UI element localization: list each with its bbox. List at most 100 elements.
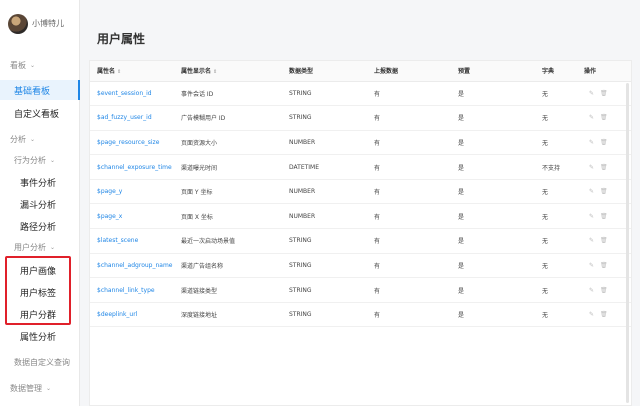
- attr-display-name: 广告模糊用户 ID: [174, 105, 282, 131]
- sidebar-item-custom-board[interactable]: 自定义看板: [14, 107, 59, 120]
- attr-preset: 是: [451, 81, 535, 107]
- attr-dict: 无: [535, 179, 582, 205]
- scrollbar[interactable]: [626, 83, 629, 403]
- row-actions: ✎ 🗑: [582, 277, 631, 303]
- sidebar-section-user-analysis[interactable]: 用户分析 ⌄: [14, 242, 55, 253]
- row-actions: ✎ 🗑: [582, 228, 631, 254]
- trash-icon[interactable]: 🗑: [600, 237, 608, 244]
- sidebar-item-event-analysis[interactable]: 事件分析: [20, 176, 56, 189]
- attr-name-link[interactable]: $deeplink_url: [90, 302, 174, 328]
- attr-name-link[interactable]: $page_resource_size: [90, 130, 174, 156]
- attr-data-type: STRING: [282, 302, 367, 328]
- attr-preset: 是: [451, 179, 535, 205]
- sidebar-item-basic-board[interactable]: 基础看板: [14, 84, 50, 97]
- sort-icon[interactable]: ⇕: [213, 69, 217, 75]
- attr-preset: 是: [451, 253, 535, 279]
- column-header-label: 属性显示名: [181, 68, 212, 76]
- sidebar-item-path-analysis[interactable]: 路径分析: [20, 220, 56, 233]
- column-header-reported: 上报数据: [367, 61, 451, 82]
- attr-data-type: STRING: [282, 253, 367, 279]
- sidebar-section-label: 用户分析: [14, 243, 46, 252]
- attr-name-link[interactable]: $channel_adgroup_name: [90, 253, 174, 279]
- table-row: $channel_adgroup_name 渠道广告组名称 STRING 有是无 ✎ 🗑: [90, 253, 631, 279]
- pencil-icon[interactable]: ✎: [589, 114, 594, 121]
- attr-reported: 有: [367, 253, 451, 279]
- column-header-type: 数据类型: [282, 61, 367, 82]
- attr-name-link[interactable]: $latest_scene: [90, 228, 174, 254]
- username: 小博特儿: [32, 19, 64, 28]
- attr-reported: 有: [367, 277, 451, 303]
- sidebar-section-label: 看板: [10, 61, 26, 70]
- trash-icon[interactable]: 🗑: [600, 90, 608, 97]
- pencil-icon[interactable]: ✎: [589, 213, 594, 220]
- table-row: $ad_fuzzy_user_id 广告模糊用户 ID STRING 有是无 ✎ 🗑: [90, 105, 631, 131]
- attr-dict: 无: [535, 302, 582, 328]
- sidebar-active-bar: [78, 80, 80, 100]
- attr-preset: 是: [451, 154, 535, 180]
- sidebar-section-behavior[interactable]: 行为分析 ⌄: [14, 155, 55, 166]
- chevron-down-icon: ⌄: [30, 62, 36, 69]
- avatar[interactable]: [8, 14, 28, 34]
- attr-name-link[interactable]: $page_y: [90, 179, 174, 205]
- attr-data-type: DATETIME: [282, 154, 367, 180]
- column-header-display-name[interactable]: 属性显示名 ⇕: [174, 61, 282, 82]
- row-actions: ✎ 🗑: [582, 179, 631, 205]
- pencil-icon[interactable]: ✎: [589, 287, 594, 294]
- trash-icon[interactable]: 🗑: [600, 311, 608, 318]
- attr-display-name: 深度链接地址: [174, 302, 282, 328]
- attr-display-name: 渠道广告组名称: [174, 253, 282, 279]
- sidebar-section-label: 行为分析: [14, 156, 46, 165]
- attr-dict: 不支持: [535, 154, 582, 180]
- trash-icon[interactable]: 🗑: [600, 188, 608, 195]
- attr-data-type: STRING: [282, 81, 367, 107]
- attr-reported: 有: [367, 203, 451, 230]
- attr-preset: 是: [451, 130, 535, 156]
- sidebar-item-label: 数据自定义查询: [14, 358, 70, 367]
- trash-icon[interactable]: 🗑: [600, 213, 608, 220]
- pencil-icon[interactable]: ✎: [589, 164, 594, 171]
- pencil-icon[interactable]: ✎: [589, 139, 594, 146]
- attr-name-link[interactable]: $channel_link_type: [90, 277, 174, 303]
- attr-name-link[interactable]: $page_x: [90, 203, 174, 230]
- attr-data-type: NUMBER: [282, 203, 367, 230]
- pencil-icon[interactable]: ✎: [589, 90, 594, 97]
- trash-icon[interactable]: 🗑: [600, 139, 608, 146]
- attr-display-name: 渠道链接类型: [174, 277, 282, 303]
- trash-icon[interactable]: 🗑: [600, 164, 608, 171]
- attr-name-link[interactable]: $channel_exposure_time: [90, 154, 174, 180]
- row-actions: ✎ 🗑: [582, 105, 631, 131]
- sidebar-section-analysis[interactable]: 分析 ⌄: [10, 134, 35, 145]
- attr-name-link[interactable]: $event_session_id: [90, 81, 174, 107]
- pencil-icon[interactable]: ✎: [589, 311, 594, 318]
- trash-icon[interactable]: 🗑: [600, 262, 608, 269]
- sidebar-section-data-management[interactable]: 数据管理 ⌄: [10, 383, 51, 394]
- table-row: $channel_exposure_time 渠道曝光时间 DATETIME 有是不支…: [90, 154, 631, 180]
- attr-display-name: 页面 X 坐标: [174, 203, 282, 230]
- attr-reported: 有: [367, 105, 451, 131]
- sidebar-item-attr-analysis[interactable]: 属性分析: [20, 330, 56, 343]
- sidebar-item-custom-query[interactable]: 数据自定义查询: [14, 357, 70, 368]
- trash-icon[interactable]: 🗑: [600, 114, 608, 121]
- trash-icon[interactable]: 🗑: [600, 287, 608, 294]
- column-header-name[interactable]: 属性名 ⇕: [90, 61, 174, 82]
- pencil-icon[interactable]: ✎: [589, 262, 594, 269]
- table-row: $deeplink_url 深度链接地址 STRING 有是无 ✎ 🗑: [90, 302, 631, 328]
- row-actions: ✎ 🗑: [582, 81, 631, 107]
- attr-preset: 是: [451, 228, 535, 254]
- sidebar-item-funnel-analysis[interactable]: 漏斗分析: [20, 198, 56, 211]
- sidebar-section-board[interactable]: 看板 ⌄: [10, 60, 35, 71]
- attr-name-link[interactable]: $ad_fuzzy_user_id: [90, 105, 174, 131]
- attr-preset: 是: [451, 203, 535, 230]
- row-actions: ✎ 🗑: [582, 130, 631, 156]
- pencil-icon[interactable]: ✎: [589, 237, 594, 244]
- pencil-icon[interactable]: ✎: [589, 188, 594, 195]
- attr-dict: 无: [535, 277, 582, 303]
- column-header-dict: 字典: [535, 61, 582, 82]
- table-row: $page_x 页面 X 坐标 NUMBER 有是无 ✎ 🗑: [90, 203, 631, 230]
- highlight-annotation-box: [5, 256, 71, 325]
- table-row: $event_session_id 事件会话 ID STRING 有是无 ✎ 🗑: [90, 81, 631, 107]
- column-header-actions: 操作: [582, 61, 631, 82]
- sort-icon[interactable]: ⇕: [117, 69, 121, 75]
- attr-data-type: STRING: [282, 105, 367, 131]
- attr-reported: 有: [367, 179, 451, 205]
